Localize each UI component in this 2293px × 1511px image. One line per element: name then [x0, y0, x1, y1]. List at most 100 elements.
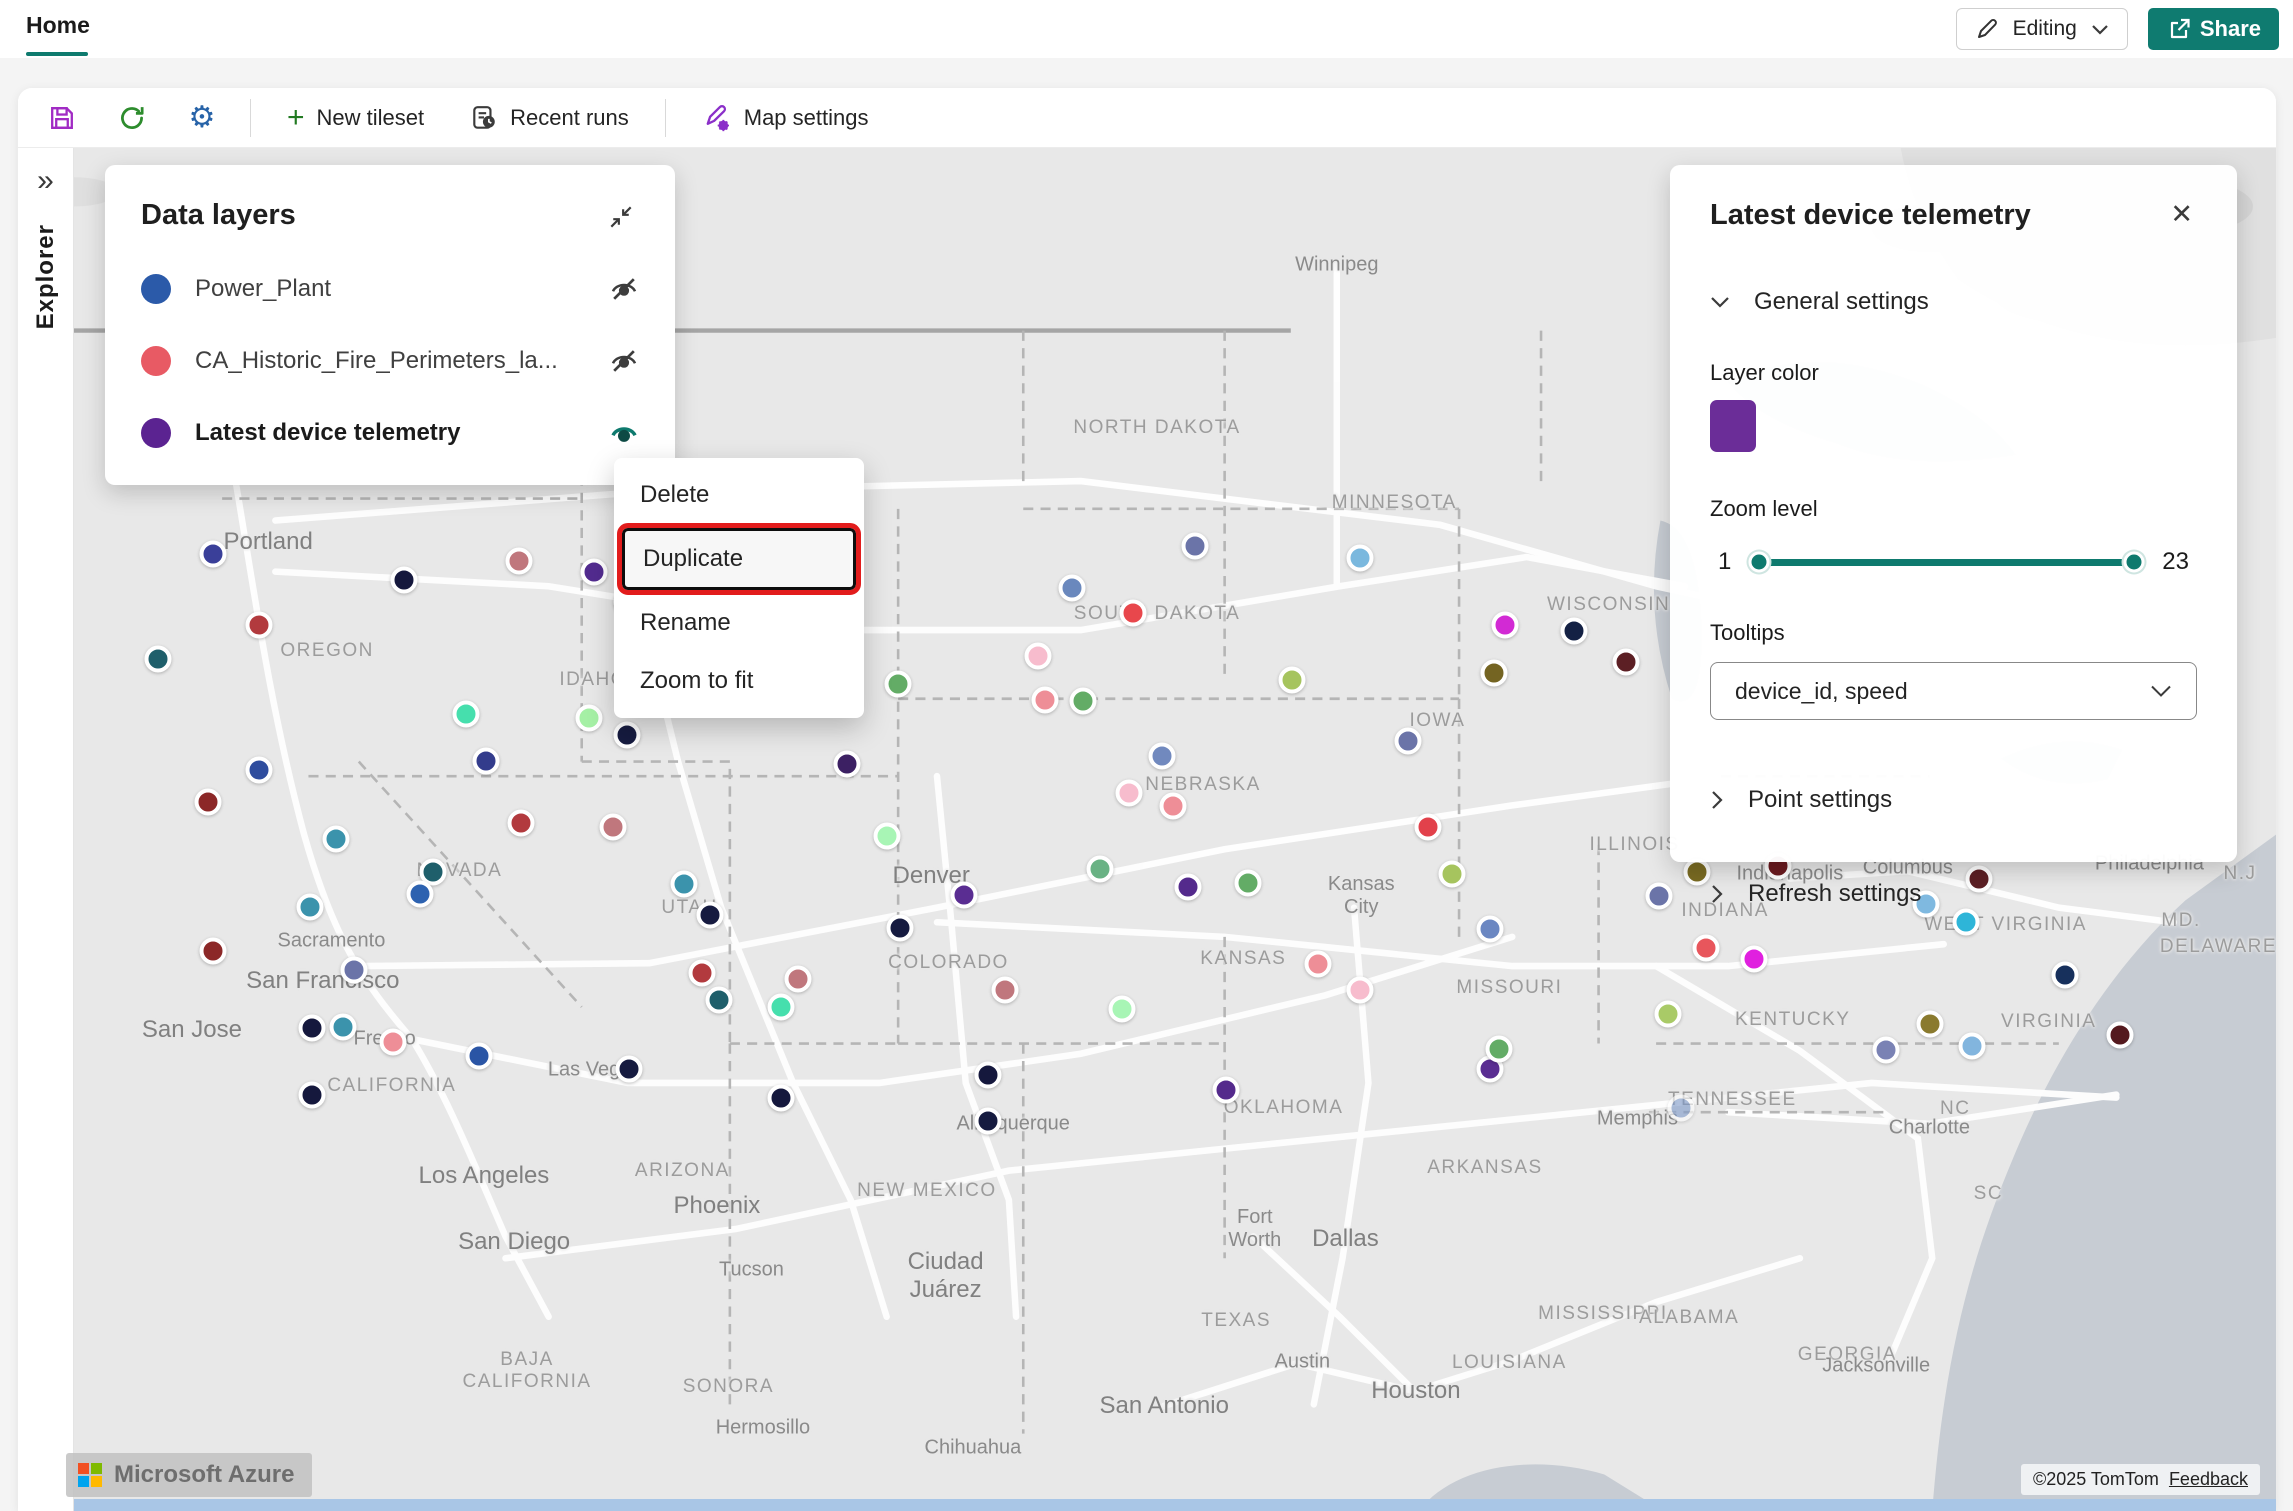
expand-explorer-icon[interactable]: » [37, 166, 54, 196]
device-telemetry-dot[interactable] [1032, 687, 1059, 714]
device-telemetry-dot[interactable] [688, 959, 715, 986]
device-telemetry-dot[interactable] [1692, 935, 1719, 962]
layer-row-0[interactable]: Power_Plant [141, 257, 639, 321]
share-button[interactable]: Share [2148, 8, 2279, 50]
device-telemetry-dot[interactable] [1087, 856, 1114, 883]
device-telemetry-dot[interactable] [697, 902, 724, 929]
device-telemetry-dot[interactable] [1278, 666, 1305, 693]
device-telemetry-dot[interactable] [1346, 545, 1373, 572]
device-telemetry-dot[interactable] [1481, 659, 1508, 686]
menu-item-duplicate[interactable]: Duplicate [622, 528, 856, 590]
device-telemetry-dot[interactable] [1485, 1035, 1512, 1062]
device-telemetry-dot[interactable] [1148, 742, 1175, 769]
visibility-off-icon[interactable] [609, 274, 639, 304]
device-telemetry-dot[interactable] [323, 826, 350, 853]
device-telemetry-dot[interactable] [1683, 858, 1710, 885]
layer-row-2[interactable]: Latest device telemetry [141, 401, 639, 465]
device-telemetry-dot[interactable] [1115, 779, 1142, 806]
device-telemetry-dot[interactable] [2051, 962, 2078, 989]
device-telemetry-dot[interactable] [613, 722, 640, 749]
device-telemetry-dot[interactable] [1305, 951, 1332, 978]
device-telemetry-dot[interactable] [391, 567, 418, 594]
device-telemetry-dot[interactable] [1395, 727, 1422, 754]
save-button[interactable] [40, 96, 84, 140]
device-telemetry-dot[interactable] [974, 1061, 1001, 1088]
device-telemetry-dot[interactable] [1109, 996, 1136, 1023]
device-telemetry-dot[interactable] [1025, 643, 1052, 670]
explorer-label[interactable]: Explorer [32, 224, 60, 329]
device-telemetry-dot[interactable] [452, 700, 479, 727]
device-telemetry-dot[interactable] [767, 1085, 794, 1112]
device-telemetry-dot[interactable] [199, 937, 226, 964]
device-telemetry-dot[interactable] [1439, 861, 1466, 888]
device-telemetry-dot[interactable] [195, 789, 222, 816]
device-telemetry-dot[interactable] [1741, 945, 1768, 972]
menu-item-zoom-to-fit[interactable]: Zoom to fit [614, 652, 864, 710]
tab-home[interactable]: Home [26, 12, 90, 39]
zoom-slider-handle-max[interactable] [2124, 552, 2145, 573]
device-telemetry-dot[interactable] [670, 871, 697, 898]
device-telemetry-dot[interactable] [1952, 909, 1979, 936]
device-telemetry-dot[interactable] [1873, 1037, 1900, 1064]
device-telemetry-dot[interactable] [1058, 575, 1085, 602]
device-telemetry-dot[interactable] [1959, 1033, 1986, 1060]
device-telemetry-dot[interactable] [1415, 813, 1442, 840]
device-telemetry-dot[interactable] [144, 646, 171, 673]
device-telemetry-dot[interactable] [886, 914, 913, 941]
device-telemetry-dot[interactable] [873, 823, 900, 850]
device-telemetry-dot[interactable] [505, 547, 532, 574]
device-telemetry-dot[interactable] [245, 612, 272, 639]
device-telemetry-dot[interactable] [508, 809, 535, 836]
device-telemetry-dot[interactable] [329, 1014, 356, 1041]
device-telemetry-dot[interactable] [1613, 648, 1640, 675]
device-telemetry-dot[interactable] [1560, 617, 1587, 644]
feedback-link[interactable]: Feedback [2169, 1469, 2248, 1490]
device-telemetry-dot[interactable] [406, 880, 433, 907]
device-telemetry-dot[interactable] [1646, 883, 1673, 910]
zoom-slider-handle-min[interactable] [1749, 552, 1770, 573]
tooltips-dropdown[interactable]: device_id, speed [1710, 662, 2197, 720]
layer-color-swatch[interactable] [1710, 400, 1756, 452]
map-settings-button[interactable]: Map settings [692, 97, 879, 139]
device-telemetry-dot[interactable] [380, 1029, 407, 1056]
device-telemetry-dot[interactable] [2106, 1022, 2133, 1049]
menu-item-rename[interactable]: Rename [614, 594, 864, 652]
zoom-slider-track[interactable] [1759, 559, 2134, 566]
device-telemetry-dot[interactable] [296, 894, 323, 921]
device-telemetry-dot[interactable] [884, 670, 911, 697]
device-telemetry-dot[interactable] [1234, 869, 1261, 896]
refresh-button[interactable] [110, 96, 154, 140]
device-telemetry-dot[interactable] [580, 558, 607, 585]
device-telemetry-dot[interactable] [298, 1082, 325, 1109]
device-telemetry-dot[interactable] [466, 1042, 493, 1069]
device-telemetry-dot[interactable] [1492, 612, 1519, 639]
device-telemetry-dot[interactable] [600, 813, 627, 840]
tileset-settings-button[interactable]: ⚙ [180, 96, 224, 140]
device-telemetry-dot[interactable] [1212, 1076, 1239, 1103]
device-telemetry-dot[interactable] [1175, 873, 1202, 900]
editing-mode-dropdown[interactable]: Editing [1956, 8, 2128, 50]
device-telemetry-dot[interactable] [1069, 688, 1096, 715]
device-telemetry-dot[interactable] [472, 748, 499, 775]
device-telemetry-dot[interactable] [245, 756, 272, 783]
menu-item-delete[interactable]: Delete [614, 466, 864, 524]
visibility-off-icon[interactable] [609, 346, 639, 376]
device-telemetry-dot[interactable] [1346, 977, 1373, 1004]
device-telemetry-dot[interactable] [1476, 915, 1503, 942]
point-settings-toggle[interactable]: Point settings [1710, 786, 2197, 814]
device-telemetry-dot[interactable] [1668, 1094, 1695, 1121]
close-icon[interactable]: ✕ [2166, 199, 2197, 230]
device-telemetry-dot[interactable] [1655, 1000, 1682, 1027]
refresh-settings-toggle[interactable]: Refresh settings [1710, 880, 2197, 908]
general-settings-toggle[interactable]: General settings [1710, 288, 2197, 316]
device-telemetry-dot[interactable] [974, 1108, 1001, 1135]
device-telemetry-dot[interactable] [706, 986, 733, 1013]
device-telemetry-dot[interactable] [1120, 599, 1147, 626]
layer-row-1[interactable]: CA_Historic_Fire_Perimeters_la... [141, 329, 639, 393]
device-telemetry-dot[interactable] [298, 1015, 325, 1042]
visibility-on-icon[interactable] [609, 418, 639, 448]
recent-runs-button[interactable]: Recent runs [460, 98, 639, 138]
device-telemetry-dot[interactable] [767, 993, 794, 1020]
device-telemetry-dot[interactable] [833, 751, 860, 778]
device-telemetry-dot[interactable] [199, 541, 226, 568]
